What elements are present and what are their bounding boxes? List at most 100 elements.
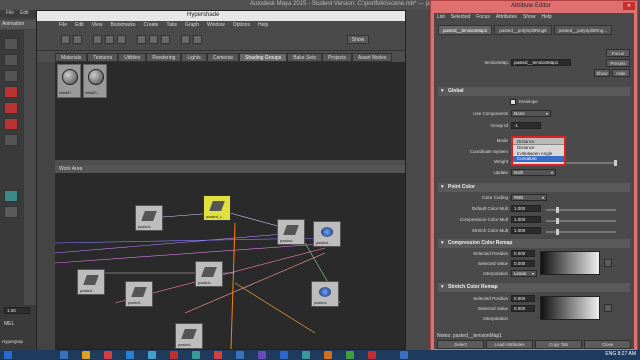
ae-menu-list[interactable]: List: [437, 13, 445, 22]
toolbar-icon[interactable]: [193, 35, 202, 44]
stretch-selected-position-field[interactable]: 0.000: [511, 295, 535, 302]
app-icon[interactable]: [368, 351, 376, 359]
compression-selected-position-field[interactable]: 0.000: [511, 250, 535, 257]
app-icon[interactable]: [236, 351, 244, 359]
ae-menu-help[interactable]: Help: [542, 13, 552, 22]
update-dropdown[interactable]: Both: [511, 169, 556, 176]
ae-menu-show[interactable]: Show: [523, 13, 536, 22]
compression-ramp-widget[interactable]: [540, 251, 600, 275]
compression-remap-section-header[interactable]: Compression Color Remap: [438, 239, 630, 248]
close-button[interactable]: Close: [584, 340, 631, 349]
toolbar-icon[interactable]: [149, 35, 158, 44]
tab-shading-groups[interactable]: Shading Groups: [239, 53, 288, 62]
maya-menu-edit[interactable]: Edit: [20, 10, 29, 16]
tab-lights[interactable]: Lights: [181, 53, 207, 62]
use-components-dropdown[interactable]: None: [511, 110, 551, 117]
ae-menu-focus[interactable]: Focus: [476, 13, 490, 22]
slider-knob[interactable]: [556, 229, 559, 235]
toolbar-icon[interactable]: [137, 35, 146, 44]
slider-knob[interactable]: [614, 160, 617, 166]
graph-node-shader[interactable]: pasted..: [313, 221, 341, 247]
node-name-field[interactable]: pasted__tensionMap1: [511, 59, 571, 66]
clock[interactable]: 8:27 AM: [618, 351, 636, 357]
swatch-initial-shading[interactable]: initialS..: [83, 64, 107, 98]
graph-node[interactable]: pasted..: [135, 205, 163, 231]
tab-bake-sets[interactable]: Bake Sets: [287, 53, 322, 62]
load-attributes-button[interactable]: Load Attributes: [486, 340, 533, 349]
ramp-expand-button[interactable]: [604, 259, 612, 267]
slider-knob[interactable]: [556, 218, 559, 224]
compression-interpolation-dropdown[interactable]: Linear: [511, 270, 537, 277]
hs-menu-view[interactable]: View: [92, 21, 103, 29]
graph-node-shader[interactable]: pasted..: [311, 281, 339, 307]
app-icon[interactable]: [400, 351, 408, 359]
app-icon[interactable]: [148, 351, 156, 359]
graph-node[interactable]: pasted..: [277, 219, 305, 245]
tab-cameras[interactable]: Cameras: [206, 53, 240, 62]
layout-icon[interactable]: [4, 134, 18, 146]
explorer-icon[interactable]: [82, 351, 90, 359]
app-icon[interactable]: [214, 351, 222, 359]
hs-menu-options[interactable]: Options: [233, 21, 250, 29]
work-area-graph[interactable]: pasted.. pasted_t.. pasted.. pasted.. pa…: [55, 173, 405, 349]
tab-projects[interactable]: Projects: [321, 53, 353, 62]
hs-menu-bookmarks[interactable]: Bookmarks: [110, 21, 135, 29]
scale-tool-icon[interactable]: [4, 118, 18, 130]
word-icon[interactable]: [280, 351, 288, 359]
move-tool-icon[interactable]: [4, 86, 18, 98]
ae-menu-attributes[interactable]: Attributes: [496, 13, 517, 22]
ae-menu-selected[interactable]: Selected: [451, 13, 470, 22]
group-id-field[interactable]: -1: [511, 122, 541, 129]
toolbar-icon[interactable]: [73, 35, 82, 44]
slider-knob[interactable]: [556, 207, 559, 213]
copy-tab-button[interactable]: Copy Tab: [535, 340, 582, 349]
stretch-ramp-widget[interactable]: [540, 296, 600, 320]
language-indicator[interactable]: ENG: [605, 351, 616, 357]
media-icon[interactable]: [104, 351, 112, 359]
compression-selected-value-field[interactable]: 0.000: [511, 260, 535, 267]
time-field[interactable]: 1.00: [4, 307, 30, 314]
toolbar-icon[interactable]: [117, 35, 126, 44]
store-icon[interactable]: [126, 351, 134, 359]
graph-node[interactable]: pasted..: [175, 323, 203, 349]
tab-tension-map[interactable]: pasted__tensionMap1: [438, 25, 493, 35]
hs-menu-window[interactable]: Window: [207, 21, 225, 29]
tab-utilities[interactable]: Utilities: [118, 53, 147, 62]
app-icon[interactable]: [170, 351, 178, 359]
toolbar-icon[interactable]: [93, 35, 102, 44]
app-icon[interactable]: [324, 351, 332, 359]
hs-menu-tabs[interactable]: Tabs: [166, 21, 177, 29]
stretch-remap-section-header[interactable]: Stretch Color Remap: [438, 283, 630, 292]
hs-menu-help[interactable]: Help: [258, 21, 268, 29]
lasso-tool-icon[interactable]: [4, 54, 18, 66]
tab-asset-nodes[interactable]: Asset Nodes: [352, 53, 393, 62]
app-icon[interactable]: [302, 351, 310, 359]
stretch-color-mult-field[interactable]: 1.000: [511, 227, 541, 234]
hs-menu-edit[interactable]: Edit: [75, 21, 84, 29]
compression-color-mult-slider[interactable]: [546, 218, 616, 224]
stretch-color-mult-slider[interactable]: [546, 229, 616, 235]
paint-tool-icon[interactable]: [4, 70, 18, 82]
show-button[interactable]: Show: [347, 35, 369, 44]
hide-button[interactable]: Hide: [612, 69, 630, 77]
app-icon[interactable]: [258, 351, 266, 359]
select-tool-icon[interactable]: [4, 38, 18, 50]
show-button[interactable]: Show: [594, 69, 610, 77]
graph-node-tension-map[interactable]: pasted_t..: [203, 195, 231, 221]
mode-dropdown-open[interactable]: Distance Distance In-Between Angle Curva…: [511, 136, 566, 166]
tab-materials[interactable]: Materials: [55, 53, 88, 62]
outliner-icon[interactable]: [4, 190, 18, 202]
app-icon[interactable]: [346, 351, 354, 359]
tab-poly-split-ring-6[interactable]: pasted__polySplitRing6: [494, 25, 552, 35]
rotate-tool-icon[interactable]: [4, 102, 18, 114]
stretch-selected-value-field[interactable]: 0.000: [511, 305, 535, 312]
swatch-initial-particle[interactable]: initialP..: [57, 64, 81, 98]
tab-textures[interactable]: Textures: [87, 53, 119, 62]
envelope-checkbox[interactable]: [510, 99, 516, 105]
tab-poly-split-ring[interactable]: pasted__polySplitRing...: [553, 25, 613, 35]
ramp-expand-button[interactable]: [604, 304, 612, 312]
graph-node[interactable]: pasted..: [77, 269, 105, 295]
maya-menu-file[interactable]: File: [6, 10, 14, 16]
maya-icon[interactable]: [192, 351, 200, 359]
hs-menu-graph[interactable]: Graph: [185, 21, 199, 29]
